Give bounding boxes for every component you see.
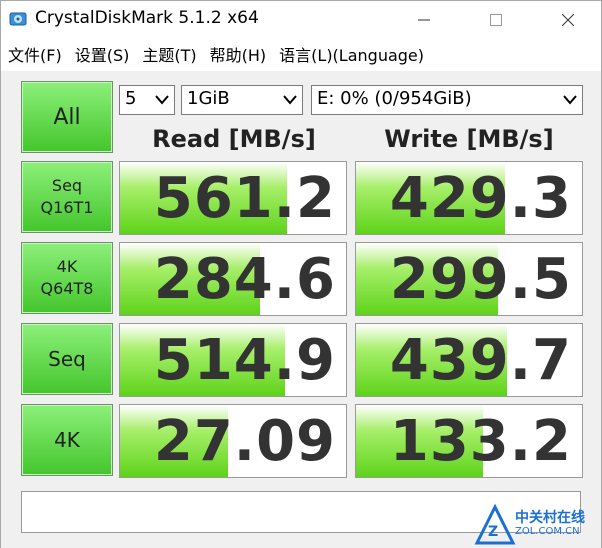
- maximize-button[interactable]: [473, 5, 519, 35]
- test-label-line2: Q64T8: [40, 279, 94, 298]
- test-label-line1: Seq: [48, 347, 86, 371]
- chevron-down-icon: [155, 95, 169, 105]
- chevron-down-icon: [563, 95, 577, 105]
- test-label-line1: Seq: [51, 176, 83, 195]
- read-result-value: 284.6: [153, 247, 336, 312]
- write-column-header: Write [MB/s]: [384, 125, 554, 153]
- test-size-select[interactable]: 1GiB: [181, 85, 303, 115]
- watermark-text: 中关村在线: [515, 510, 585, 526]
- title-bar[interactable]: CrystalDiskMark 5.1.2 x64: [1, 1, 601, 39]
- read-column-header: Read [MB/s]: [152, 125, 316, 153]
- test-4k-button[interactable]: 4K: [21, 404, 113, 476]
- test-count-select[interactable]: 5: [119, 85, 175, 115]
- read-result-value: 514.9: [153, 328, 336, 393]
- test-label-line2: Q16T1: [40, 198, 94, 217]
- target-drive-select[interactable]: E: 0% (0/954GiB): [311, 85, 583, 115]
- write-result-value: 133.2: [389, 409, 572, 474]
- read-result-cell: 514.9: [119, 323, 347, 397]
- write-result-value: 429.3: [389, 166, 572, 231]
- watermark-url: ZOL.COM.CN: [515, 526, 580, 537]
- chevron-down-icon: [283, 95, 297, 105]
- write-result-value: 299.5: [389, 247, 572, 312]
- close-icon: [562, 14, 574, 26]
- menu-settings[interactable]: 设置(S): [68, 39, 136, 67]
- test-label-line1: 4K: [54, 428, 80, 452]
- app-window: CrystalDiskMark 5.1.2 x64 文件(F) 设置(S) 主题…: [0, 0, 602, 548]
- read-result-value: 561.2: [153, 166, 336, 231]
- minimize-button[interactable]: [401, 5, 447, 35]
- read-result-cell: 284.6: [119, 242, 347, 316]
- test-label-line1: 4K: [56, 257, 78, 276]
- menu-language[interactable]: 语言(L)(Language): [272, 39, 430, 67]
- test-count-value: 5: [125, 88, 137, 109]
- minimize-icon: [418, 19, 430, 21]
- crystaldiskmark-app-icon: [9, 12, 27, 26]
- window-title: CrystalDiskMark 5.1.2 x64: [35, 8, 259, 28]
- run-all-label: All: [53, 104, 81, 130]
- write-result-cell: 133.2: [355, 404, 583, 478]
- write-result-value: 439.7: [389, 328, 572, 393]
- svg-text:Z: Z: [488, 524, 498, 540]
- maximize-icon: [490, 14, 502, 26]
- close-button[interactable]: [545, 5, 591, 35]
- write-result-cell: 429.3: [355, 161, 583, 235]
- menu-file[interactable]: 文件(F): [1, 39, 68, 67]
- target-drive-value: E: 0% (0/954GiB): [317, 88, 472, 109]
- read-result-cell: 561.2: [119, 161, 347, 235]
- read-result-value: 27.09: [153, 409, 336, 474]
- read-result-cell: 27.09: [119, 404, 347, 478]
- write-result-cell: 299.5: [355, 242, 583, 316]
- test-seq-q16t1-button[interactable]: Seq Q16T1: [21, 161, 113, 233]
- menu-help[interactable]: 帮助(H): [203, 39, 273, 67]
- run-all-button[interactable]: All: [21, 81, 113, 153]
- test-seq-button[interactable]: Seq: [21, 323, 113, 395]
- write-result-cell: 439.7: [355, 323, 583, 397]
- menu-theme[interactable]: 主题(T): [135, 39, 202, 67]
- test-size-value: 1GiB: [187, 88, 230, 109]
- test-4k-q64t8-button[interactable]: 4K Q64T8: [21, 242, 113, 314]
- menu-bar: 文件(F) 设置(S) 主题(T) 帮助(H) 语言(L)(Language): [1, 39, 601, 67]
